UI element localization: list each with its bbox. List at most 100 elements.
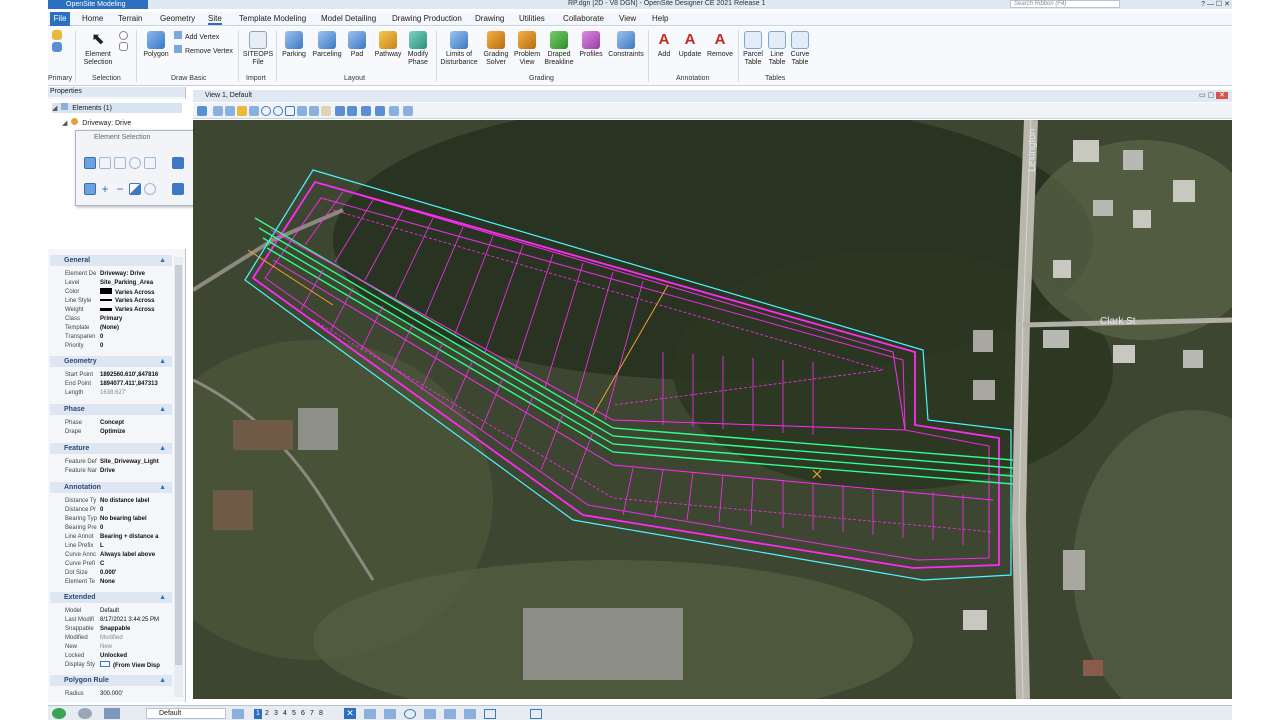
prop-row[interactable]: Bearing Pre 0 xyxy=(65,524,175,533)
snap-mode-icon[interactable] xyxy=(384,709,396,719)
siteops-file-button[interactable]: SITEOPS File xyxy=(242,31,274,67)
primary-tools[interactable] xyxy=(50,30,64,54)
prop-row[interactable]: Transparen 0 xyxy=(65,333,175,342)
block-select-icon[interactable] xyxy=(99,157,111,169)
active-level-select[interactable]: Default xyxy=(146,708,226,719)
collapse-chevron-icon[interactable]: ▲ xyxy=(159,482,166,493)
prop-row[interactable]: Class Primary xyxy=(65,315,175,324)
view-attributes-icon[interactable] xyxy=(197,106,207,116)
back-icon[interactable] xyxy=(52,708,66,719)
line-table-button[interactable]: Line Table xyxy=(766,31,788,67)
parcel-table-button[interactable]: Parcel Table xyxy=(741,31,765,67)
properties-scrollbar[interactable] xyxy=(174,257,183,697)
pan-hand-icon[interactable] xyxy=(321,106,331,116)
target-icon[interactable] xyxy=(404,709,416,719)
clear-selection-icon[interactable] xyxy=(172,157,184,169)
section-polygon-rule-header[interactable]: Polygon Rule ▲ xyxy=(50,675,172,686)
prop-row[interactable]: Line Annot Bearing + distance a xyxy=(65,533,175,542)
zoom-out-icon[interactable] xyxy=(273,106,283,116)
update-view-icon[interactable] xyxy=(213,106,223,116)
window-controls[interactable]: ? — ☐ ✕ xyxy=(1201,0,1230,8)
section-annotation-header[interactable]: Annotation ▲ xyxy=(50,482,172,493)
ribbon-search-input[interactable]: Search Ribbon (F4) xyxy=(1010,0,1120,8)
window-icon[interactable] xyxy=(484,709,496,719)
next-view-icon[interactable] xyxy=(347,106,357,116)
target-select-icon[interactable] xyxy=(530,709,542,719)
prop-row[interactable]: Priority 0 xyxy=(65,342,175,351)
section-extended-header[interactable]: Extended ▲ xyxy=(50,592,172,603)
close-icon[interactable]: ✕ xyxy=(344,708,356,719)
pad-button[interactable]: Pad xyxy=(346,31,368,59)
clear-mode-icon[interactable] xyxy=(144,183,156,195)
prop-row[interactable]: Last Modifi 8/17/2021 3:44:25 PM xyxy=(65,616,175,625)
collapse-chevron-icon[interactable]: ▲ xyxy=(159,675,166,686)
tab-collaborate[interactable]: Collaborate xyxy=(563,14,604,23)
file-menu[interactable]: File xyxy=(50,12,70,26)
add-mode-icon[interactable]: + xyxy=(99,183,111,195)
tree-elements-node[interactable]: ◢ Elements (1) xyxy=(52,103,182,113)
prop-row[interactable]: Dot Size 0.000' xyxy=(65,569,175,578)
view-4-button[interactable]: 4 xyxy=(281,709,289,719)
prop-row[interactable]: Locked Unlocked xyxy=(65,652,175,661)
gear-icon[interactable] xyxy=(424,709,436,719)
tab-view[interactable]: View xyxy=(619,14,636,23)
prop-row[interactable]: Feature Nar Drive xyxy=(65,467,175,476)
tab-drawing-production[interactable]: Drawing Production xyxy=(392,14,462,23)
fit-view-icon[interactable] xyxy=(249,106,259,116)
view-8-button[interactable]: 8 xyxy=(317,709,325,719)
circle-select-icon[interactable] xyxy=(129,157,141,169)
selection-mode-buttons[interactable] xyxy=(116,31,130,53)
remove-vertex-button[interactable]: Remove Vertex xyxy=(174,45,236,56)
limits-of-disturbance-button[interactable]: Limits of Disturbance xyxy=(438,31,480,67)
invert-mode-icon[interactable] xyxy=(129,183,141,195)
section-feature-header[interactable]: Feature ▲ xyxy=(50,443,172,454)
shape-select-icon[interactable] xyxy=(114,157,126,169)
scrollbar-thumb[interactable] xyxy=(175,265,182,665)
snap-icon[interactable] xyxy=(104,708,120,719)
curve-table-button[interactable]: Curve Table xyxy=(789,31,811,67)
tab-help[interactable]: Help xyxy=(652,14,668,23)
section-general-header[interactable]: General ▲ xyxy=(50,255,172,266)
prop-row[interactable]: Phase Concept xyxy=(65,419,175,428)
annotation-update-button[interactable]: A Update xyxy=(676,31,704,59)
tab-drawing[interactable]: Drawing xyxy=(475,14,504,23)
accudraw-icon[interactable] xyxy=(364,709,376,719)
prop-row[interactable]: Snappable Snappable xyxy=(65,625,175,634)
prop-row[interactable]: End Point 1894077.411',847313 xyxy=(65,380,175,389)
prop-row[interactable]: Weight Varies Across xyxy=(65,306,175,315)
prop-row[interactable]: Bearing Typ No bearing label xyxy=(65,515,175,524)
new-mode-icon[interactable] xyxy=(84,183,96,195)
design-view[interactable]: Lexington Clark St xyxy=(193,120,1232,699)
collapse-chevron-icon[interactable]: ▲ xyxy=(159,404,166,415)
prop-row[interactable]: Drape Optimize xyxy=(65,428,175,437)
problem-view-button[interactable]: Problem View xyxy=(512,31,542,67)
view-6-button[interactable]: 6 xyxy=(299,709,307,719)
fence-icon[interactable] xyxy=(464,709,476,719)
tab-model-detailing[interactable]: Model Detailing xyxy=(321,14,376,23)
prop-row[interactable]: Curve Annc Always label above xyxy=(65,551,175,560)
view-toggle-icon[interactable] xyxy=(361,106,371,116)
view-3-button[interactable]: 3 xyxy=(272,709,280,719)
clip-icon[interactable] xyxy=(225,106,235,116)
collapse-chevron-icon[interactable]: ▲ xyxy=(159,592,166,603)
tree-driveway-node[interactable]: ◢ Driveway: Drive xyxy=(62,118,131,127)
view-7-button[interactable]: 7 xyxy=(308,709,316,719)
prop-row[interactable]: Template (None) xyxy=(65,324,175,333)
collapse-icon[interactable]: ◢ xyxy=(52,105,57,112)
tab-home[interactable]: Home xyxy=(82,14,103,23)
individual-select-icon[interactable] xyxy=(84,157,96,169)
pathway-button[interactable]: Pathway xyxy=(372,31,404,59)
annotation-add-button[interactable]: A Add xyxy=(653,31,675,59)
window-area-icon[interactable] xyxy=(285,106,295,116)
collapse-chevron-icon[interactable]: ▲ xyxy=(159,356,166,367)
tab-utilities[interactable]: Utilities xyxy=(519,14,545,23)
tab-site[interactable]: Site xyxy=(208,14,222,25)
prop-row[interactable]: Feature Def Site_Driveway_Light xyxy=(65,458,175,467)
select-all-icon[interactable] xyxy=(172,183,184,195)
profiles-button[interactable]: Profiles xyxy=(576,31,606,59)
rotate-view-icon[interactable] xyxy=(309,106,319,116)
polygon-button[interactable]: Polygon xyxy=(140,31,172,59)
view-1-button[interactable]: 1 xyxy=(254,709,262,719)
parceling-button[interactable]: Parceling xyxy=(311,31,343,59)
grading-solver-button[interactable]: Grading Solver xyxy=(481,31,511,67)
